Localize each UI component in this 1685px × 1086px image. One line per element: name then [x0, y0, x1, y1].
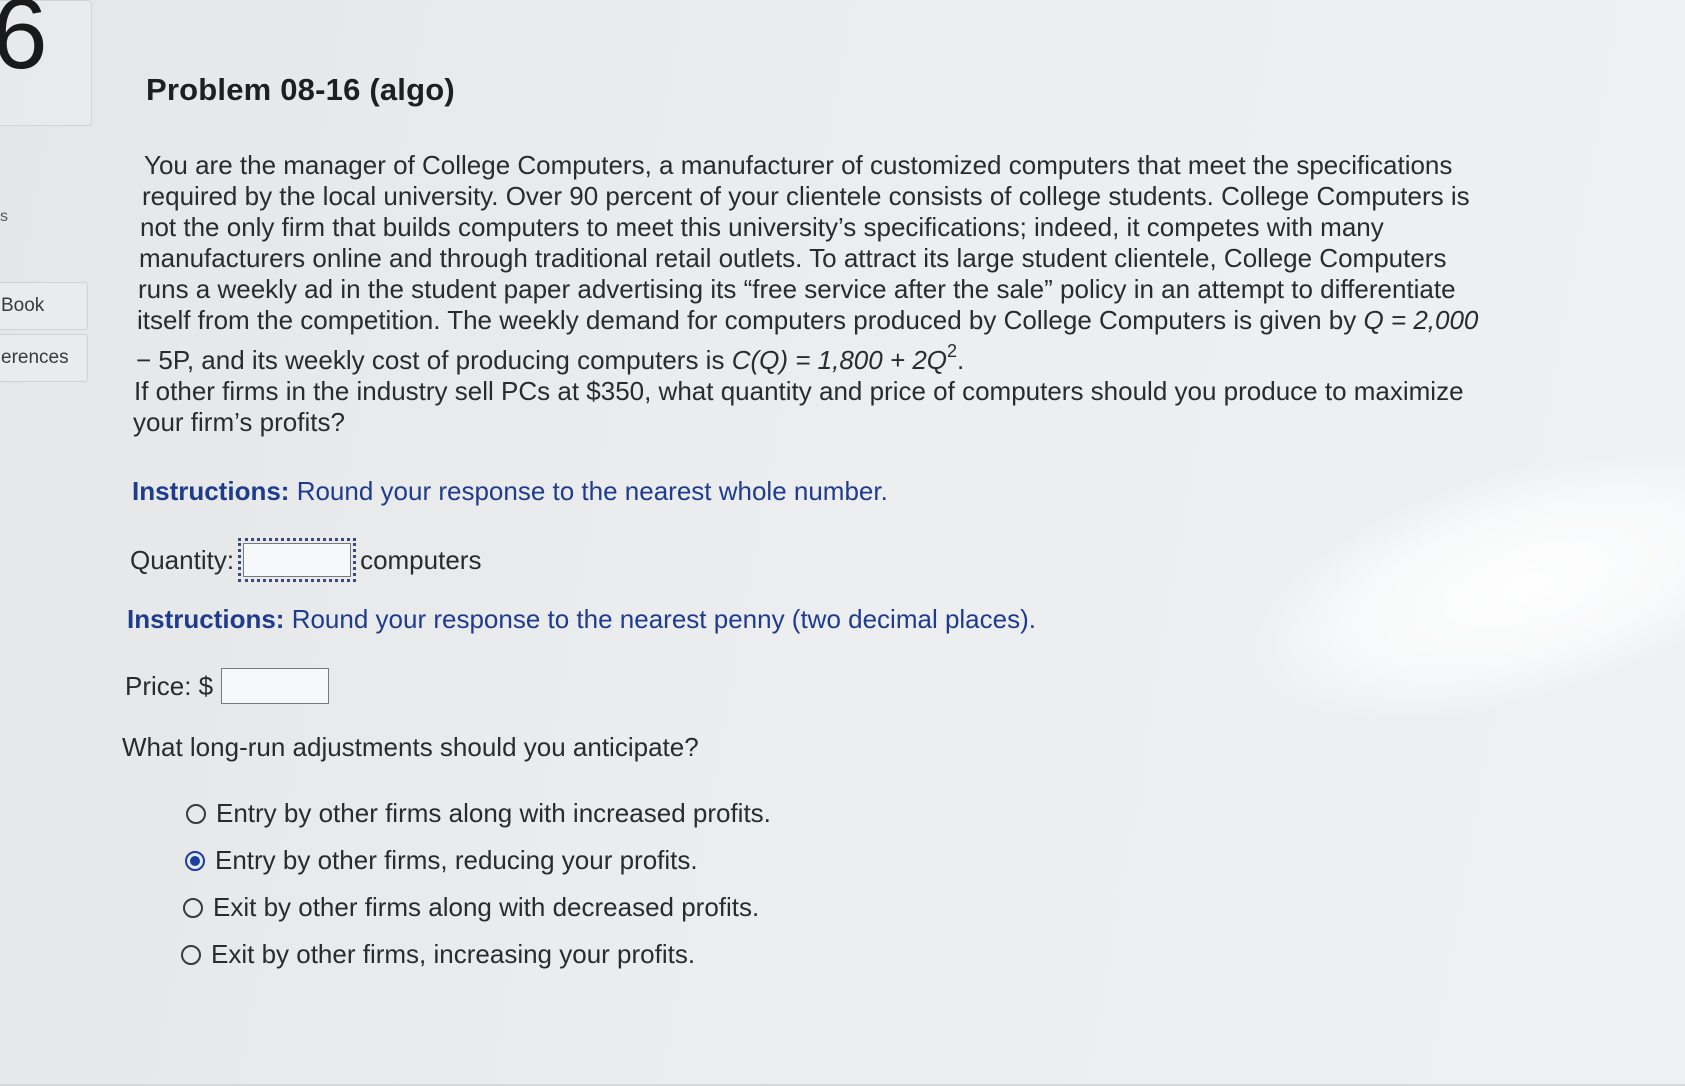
- left-rail: 6 s Book erences: [0, 0, 92, 1086]
- problem-line-text: itself from the competition. The weekly …: [137, 305, 1357, 335]
- demand-equation: Q = 2,000: [1363, 305, 1479, 335]
- quantity-row: Quantity: computers: [130, 538, 481, 582]
- option-entry-increased-profits[interactable]: Entry by other firms along with increase…: [186, 790, 771, 837]
- references-button-label: erences: [1, 347, 69, 368]
- option-entry-reducing-profits[interactable]: Entry by other firms, reducing your prof…: [185, 837, 771, 884]
- option-exit-increasing-profits[interactable]: Exit by other firms, increasing your pro…: [181, 931, 771, 978]
- longrun-question: What long-run adjustments should you ant…: [122, 732, 699, 762]
- price-label: Price: $: [125, 670, 214, 701]
- problem-line: runs a weekly ad in the student paper ad…: [138, 274, 1456, 304]
- quantity-unit: computers: [360, 544, 482, 575]
- ebook-button[interactable]: Book: [0, 282, 88, 330]
- instructions-label: Instructions:: [127, 604, 285, 634]
- radio-button-selected[interactable]: [185, 850, 205, 871]
- price-row: Price: $: [125, 668, 330, 704]
- question-number: 6: [0, 0, 48, 90]
- quantity-label: Quantity:: [130, 544, 235, 575]
- ebook-button-label: Book: [1, 295, 45, 316]
- instructions-text: Round your response to the nearest penny…: [291, 604, 1036, 634]
- cost-exponent: 2: [947, 341, 958, 361]
- references-button[interactable]: erences: [0, 334, 88, 382]
- page: 6 s Book erences Problem 08-16 (algo) Yo…: [0, 0, 1685, 1086]
- option-exit-decreased-profits[interactable]: Exit by other firms along with decreased…: [183, 884, 771, 931]
- option-label: Exit by other firms, increasing your pro…: [211, 939, 696, 969]
- quantity-input[interactable]: [243, 543, 352, 577]
- quantity-focus-ring: [238, 538, 357, 582]
- problem-line-demand: itself from the competition. The weekly …: [137, 305, 1616, 336]
- longrun-options: Entry by other firms along with increase…: [181, 790, 771, 978]
- demand-equation-cont: − 5P: [136, 345, 187, 375]
- problem-line: required by the local university. Over 9…: [142, 181, 1470, 211]
- instructions-text: Round your response to the nearest whole…: [296, 476, 888, 506]
- price-instructions: Instructions: Round your response to the…: [127, 604, 1036, 635]
- problem-line: your firm’s profits?: [133, 407, 345, 437]
- cost-end: .: [957, 345, 965, 375]
- problem-line: not the only firm that builds computers …: [140, 212, 1384, 242]
- problem-title: Problem 08-16 (algo): [146, 72, 455, 107]
- quantity-instructions: Instructions: Round your response to the…: [132, 476, 888, 507]
- problem-line: If other firms in the industry sell PCs …: [134, 376, 1464, 406]
- instructions-label: Instructions:: [132, 476, 290, 506]
- problem-line: You are the manager of College Computers…: [144, 150, 1453, 180]
- rail-partial-label: s: [0, 208, 8, 225]
- price-input[interactable]: [221, 668, 330, 704]
- option-label: Entry by other firms along with increase…: [216, 798, 771, 828]
- problem-statement: You are the manager of College Computers…: [133, 150, 1616, 438]
- problem-line: manufacturers online and through traditi…: [139, 243, 1447, 273]
- screen-glare: [1224, 397, 1685, 773]
- cost-intro: , and its weekly cost of producing compu…: [186, 345, 725, 375]
- option-label: Entry by other firms, reducing your prof…: [215, 845, 698, 875]
- cost-equation: C(Q) = 1,800 + 2Q: [731, 345, 948, 375]
- radio-button[interactable]: [183, 897, 203, 918]
- option-label: Exit by other firms along with decreased…: [213, 892, 760, 922]
- radio-button[interactable]: [186, 803, 206, 824]
- radio-button[interactable]: [181, 944, 201, 965]
- problem-line-cost: − 5P, and its weekly cost of producing c…: [136, 336, 1616, 376]
